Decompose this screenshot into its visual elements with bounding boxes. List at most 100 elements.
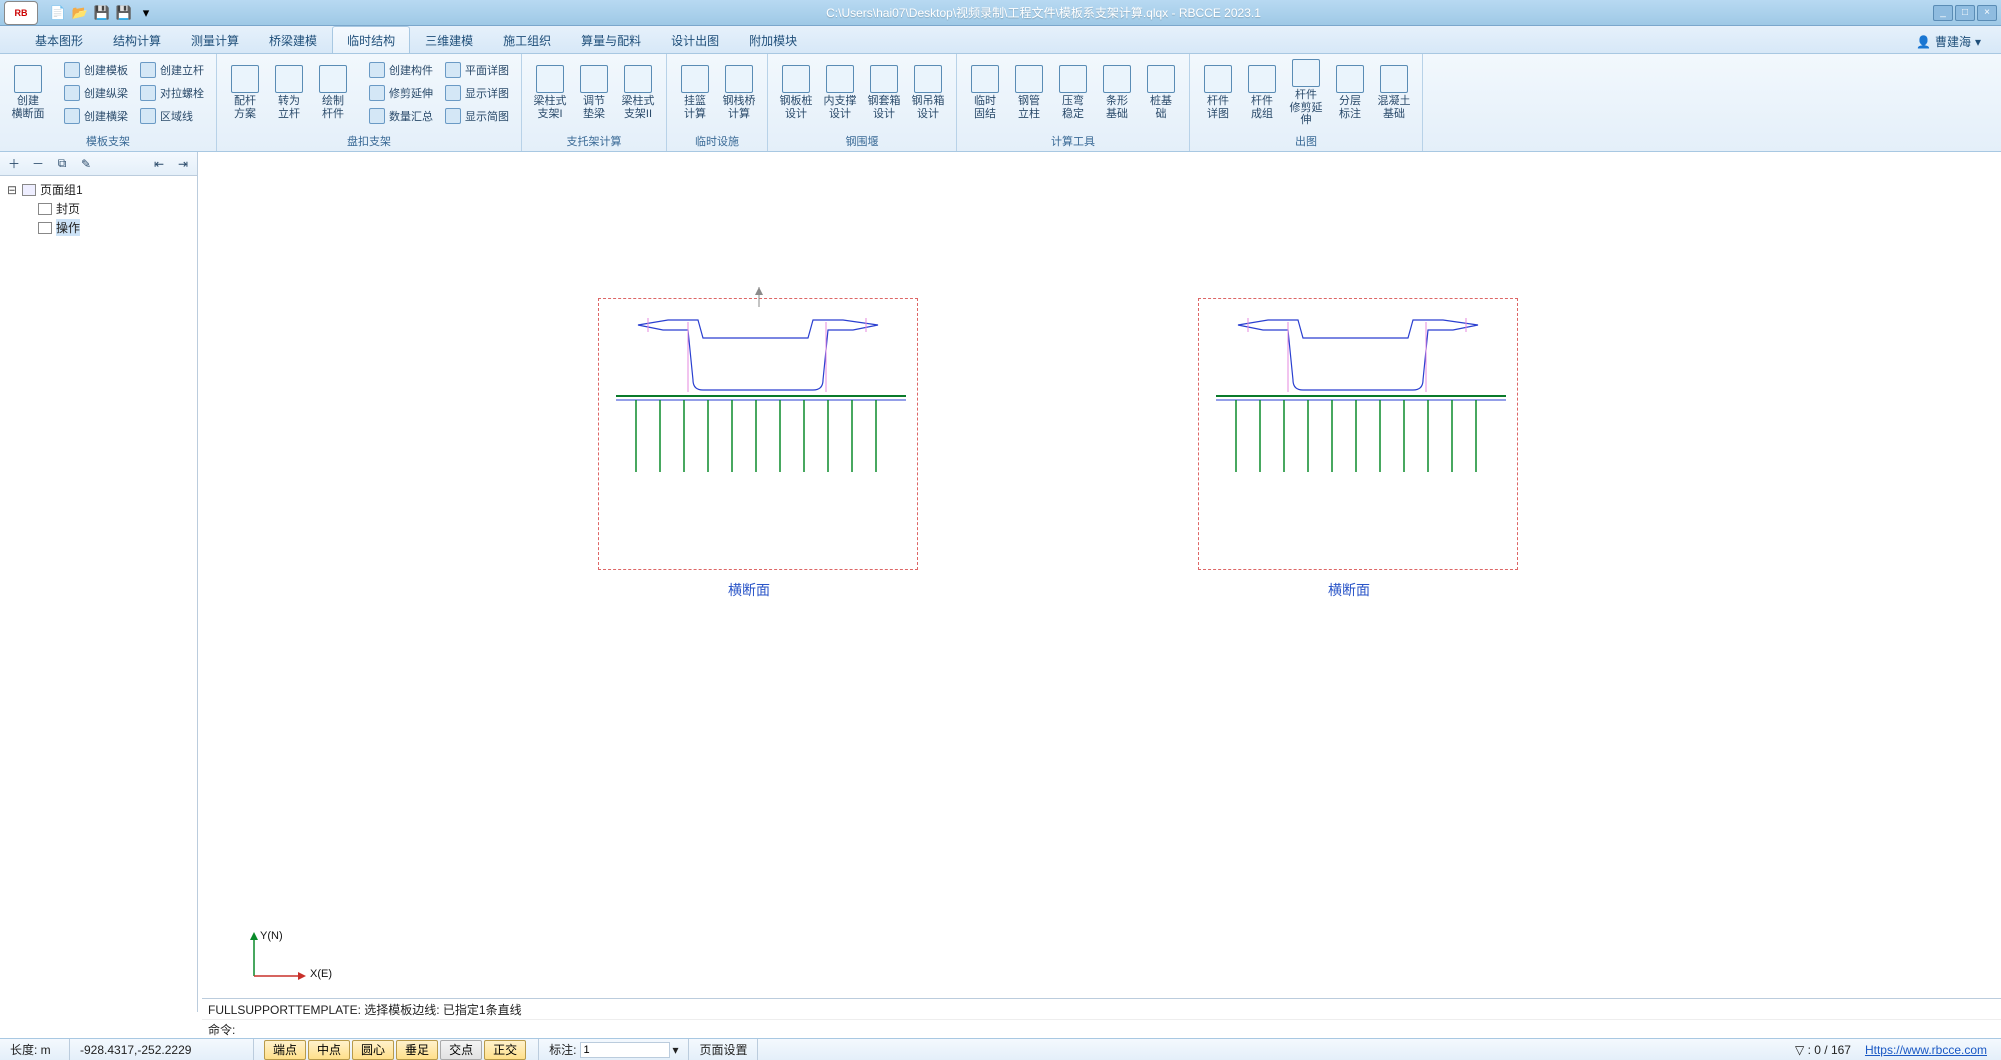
ribbon-btn-2-1[interactable]: 调节垫梁: [572, 56, 616, 130]
ribbon-group-label: 模板支架: [0, 132, 216, 151]
ribbon-btn-3-1[interactable]: 钢栈桥计算: [717, 56, 761, 130]
snap-端点[interactable]: 端点: [264, 1040, 306, 1060]
main-body: ＋ － ⧉ ✎ ⇤ ⇥ ⊟ 页面组1 封页 操作: [0, 152, 2001, 1012]
ribbon-btn-6-0[interactable]: 杆件详图: [1196, 56, 1240, 130]
length-cell: 长度: m: [0, 1039, 70, 1060]
ribbon-btn-1-0[interactable]: 配杆方案: [223, 56, 267, 130]
ribbon-btn-5-4[interactable]: 桩基础: [1139, 56, 1183, 130]
menu-tab-6[interactable]: 施工组织: [488, 26, 566, 53]
ribbon-small-0-2-0[interactable]: 创建横梁: [62, 105, 130, 127]
ribbon-icon: [1292, 59, 1320, 87]
ribbon-small-0-2-1[interactable]: 区域线: [138, 105, 206, 127]
menu-tab-7[interactable]: 算量与配料: [566, 26, 656, 53]
save-as-icon[interactable]: 💾: [116, 5, 132, 21]
add-page-icon[interactable]: ＋: [6, 156, 22, 172]
ribbon-btn-4-2[interactable]: 钢套箱设计: [862, 56, 906, 130]
ribbon-small-0-1-0[interactable]: 创建纵梁: [62, 82, 130, 104]
ribbon-btn-5-0[interactable]: 临时固结: [963, 56, 1007, 130]
ribbon-btn-5-1[interactable]: 钢管立柱: [1007, 56, 1051, 130]
tree-node-1[interactable]: 操作: [6, 218, 191, 237]
ribbon-btn-4-3[interactable]: 钢吊箱设计: [906, 56, 950, 130]
user-menu[interactable]: 👤 曹建海 ▾: [1908, 30, 1989, 53]
ribbon-icon: [971, 65, 999, 93]
ribbon-small-1-2-0[interactable]: 数量汇总: [367, 105, 435, 127]
ribbon-btn-6-1[interactable]: 杆件成组: [1240, 56, 1284, 130]
menu-tab-8[interactable]: 设计出图: [656, 26, 734, 53]
menu-tab-3[interactable]: 桥梁建模: [254, 26, 332, 53]
menu-tab-4[interactable]: 临时结构: [332, 26, 410, 53]
snap-垂足[interactable]: 垂足: [396, 1040, 438, 1060]
ribbon-btn-4-1[interactable]: 内支撑设计: [818, 56, 862, 130]
ribbon-btn-6-4[interactable]: 混凝土基础: [1372, 56, 1416, 130]
drawing-canvas[interactable]: 横断面 横断面: [198, 152, 2001, 1012]
menu-tab-5[interactable]: 三维建模: [410, 26, 488, 53]
ribbon-btn-2-2[interactable]: 梁柱式支架II: [616, 56, 660, 130]
ribbon-small-1-0-1[interactable]: 平面详图: [443, 59, 511, 81]
menu-tab-9[interactable]: 附加模块: [734, 26, 812, 53]
annot-input[interactable]: [580, 1042, 670, 1058]
ribbon-small-1-1-0[interactable]: 修剪延伸: [367, 82, 435, 104]
ribbon-icon: [826, 65, 854, 93]
ribbon-btn-5-3[interactable]: 条形基础: [1095, 56, 1139, 130]
ribbon-small-1-1-1[interactable]: 显示详图: [443, 82, 511, 104]
ribbon-btn-0-0[interactable]: 创建横断面: [6, 56, 50, 130]
ribbon-cap: 创建横断面: [12, 95, 45, 120]
ribbon-small-1-2-1[interactable]: 显示简图: [443, 105, 511, 127]
supports-2: [1216, 392, 1506, 492]
minimize-button[interactable]: _: [1933, 5, 1953, 21]
qat-dropdown-icon[interactable]: ▾: [138, 5, 154, 21]
small-icon: [140, 85, 156, 101]
ribbon-btn-3-0[interactable]: 挂篮计算: [673, 56, 717, 130]
annot-dropdown-icon[interactable]: ▾: [672, 1043, 678, 1057]
tree-node-0[interactable]: 封页: [6, 199, 191, 218]
ribbon-small-0-1-1[interactable]: 对拉螺栓: [138, 82, 206, 104]
snap-正交[interactable]: 正交: [484, 1040, 526, 1060]
small-icon: [140, 108, 156, 124]
ribbon-small-1-0-0[interactable]: 创建构件: [367, 59, 435, 81]
tree-root[interactable]: ⊟ 页面组1: [6, 180, 191, 199]
menu-tab-0[interactable]: 基本图形: [20, 26, 98, 53]
menu-tab-2[interactable]: 测量计算: [176, 26, 254, 53]
snap-圆心[interactable]: 圆心: [352, 1040, 394, 1060]
website-link[interactable]: Https://www.rbcce.com: [1865, 1043, 1987, 1057]
ribbon-btn-4-0[interactable]: 钢板桩设计: [774, 56, 818, 130]
ribbon-btn-1-2[interactable]: 绘制杆件: [311, 56, 355, 130]
delete-page-icon[interactable]: －: [30, 156, 46, 172]
save-icon[interactable]: 💾: [94, 5, 110, 21]
ribbon-cap: 钢板桩设计: [780, 95, 813, 120]
snap-交点[interactable]: 交点: [440, 1040, 482, 1060]
page-settings-button[interactable]: 页面设置: [689, 1039, 758, 1060]
ribbon-small-0-0-1[interactable]: 创建立杆: [138, 59, 206, 81]
ribbon-cap: 配杆方案: [234, 95, 256, 120]
ribbon-small-0-0-0[interactable]: 创建模板: [62, 59, 130, 81]
section-label-2: 横断面: [1328, 580, 1370, 600]
ribbon-group-5: 临时固结钢管立柱压弯稳定条形基础桩基础计算工具: [957, 54, 1190, 151]
ribbon-btn-1-1[interactable]: 转为立杆: [267, 56, 311, 130]
ribbon-cap: 压弯稳定: [1062, 95, 1084, 120]
copy-page-icon[interactable]: ⧉: [54, 156, 70, 172]
open-file-icon[interactable]: 📂: [72, 5, 88, 21]
ribbon-group-0: 创建横断面创建模板创建纵梁创建横梁 创建立杆对拉螺栓区域线模板支架: [0, 54, 217, 151]
small-icon: [64, 85, 80, 101]
ribbon-btn-6-3[interactable]: 分层标注: [1328, 56, 1372, 130]
ribbon-icon: [1147, 65, 1175, 93]
command-input[interactable]: [239, 1022, 1995, 1036]
ribbon-btn-5-2[interactable]: 压弯稳定: [1051, 56, 1095, 130]
ribbon-btn-6-2[interactable]: 杆件修剪延伸: [1284, 56, 1328, 130]
ribbon-icon: [1059, 65, 1087, 93]
ribbon-btn-2-0[interactable]: 梁柱式支架I: [528, 56, 572, 130]
outdent-icon[interactable]: ⇤: [151, 156, 167, 172]
menu-bar: 基本图形结构计算测量计算桥梁建模临时结构三维建模施工组织算量与配料设计出图附加模…: [0, 26, 2001, 54]
title-bar: RB 📄 📂 💾 💾 ▾ C:\Users\hai07\Desktop\视频录制…: [0, 0, 2001, 26]
indent-icon[interactable]: ⇥: [175, 156, 191, 172]
menu-tab-1[interactable]: 结构计算: [98, 26, 176, 53]
window-title: C:\Users\hai07\Desktop\视频录制\工程文件\模板系支架计算…: [154, 4, 1933, 21]
new-file-icon[interactable]: 📄: [50, 5, 66, 21]
snap-中点[interactable]: 中点: [308, 1040, 350, 1060]
close-button[interactable]: ×: [1977, 5, 1997, 21]
ribbon-group-6: 杆件详图杆件成组杆件修剪延伸分层标注混凝土基础出图: [1190, 54, 1423, 151]
ribbon-group-3: 挂篮计算钢栈桥计算临时设施: [667, 54, 768, 151]
rename-icon[interactable]: ✎: [78, 156, 94, 172]
small-icon: [445, 85, 461, 101]
maximize-button[interactable]: □: [1955, 5, 1975, 21]
